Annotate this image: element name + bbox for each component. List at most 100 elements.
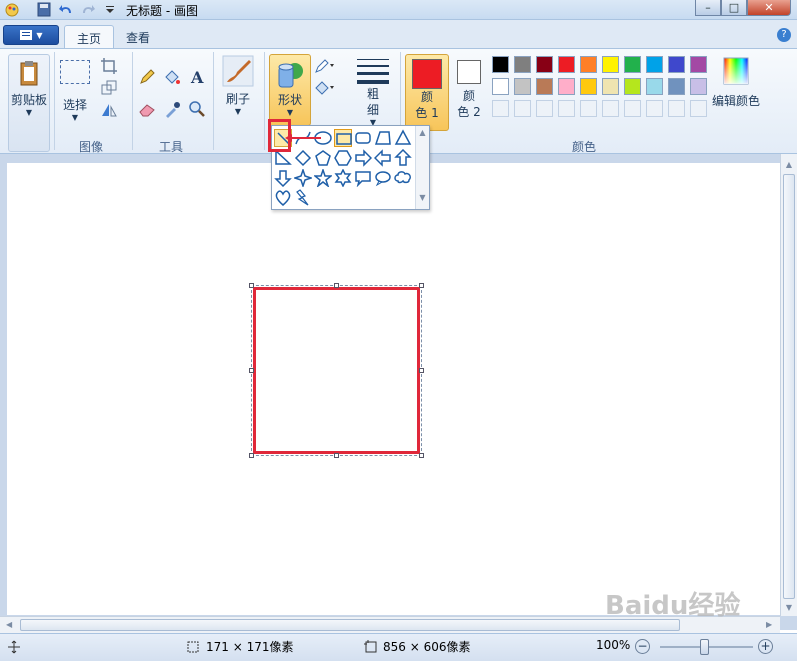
clipboard-icon bbox=[20, 61, 38, 86]
magnifier-icon[interactable] bbox=[188, 100, 206, 118]
crop-icon[interactable] bbox=[100, 57, 118, 75]
shape-cloud-callout[interactable] bbox=[394, 169, 412, 187]
color1-button[interactable]: 颜 色 1 bbox=[405, 54, 449, 131]
shape-triangle[interactable] bbox=[394, 129, 412, 147]
shape-four-point-star[interactable] bbox=[292, 167, 314, 189]
palette-swatch[interactable] bbox=[514, 78, 531, 95]
palette-empty-slot[interactable] bbox=[558, 100, 575, 117]
palette-swatch[interactable] bbox=[492, 56, 509, 73]
shape-diamond[interactable] bbox=[294, 149, 312, 167]
shape-up-arrow[interactable] bbox=[394, 148, 412, 167]
palette-empty-slot[interactable] bbox=[536, 100, 553, 117]
palette-swatch[interactable] bbox=[624, 78, 641, 95]
fill-icon[interactable] bbox=[314, 79, 334, 97]
palette-swatch[interactable] bbox=[558, 56, 575, 73]
palette-empty-slot[interactable] bbox=[690, 100, 707, 117]
zoom-out-button[interactable]: − bbox=[635, 639, 650, 654]
palette-empty-slot[interactable] bbox=[492, 100, 509, 117]
tab-home[interactable]: 主页 bbox=[64, 25, 115, 48]
size-button[interactable]: 粗 细 ▼ bbox=[356, 56, 390, 127]
palette-swatch[interactable] bbox=[602, 78, 619, 95]
shape-hexagon[interactable] bbox=[334, 149, 352, 167]
fill-bucket-icon[interactable] bbox=[163, 68, 181, 86]
paint-app-icon[interactable] bbox=[4, 2, 20, 17]
resize-icon[interactable] bbox=[100, 79, 118, 97]
file-menu-button[interactable]: ▼ bbox=[3, 25, 59, 45]
palette-swatch[interactable] bbox=[646, 56, 663, 73]
edit-colors-label: 编辑颜色 bbox=[712, 94, 761, 108]
shape-lightning[interactable] bbox=[294, 189, 312, 207]
outline-icon[interactable] bbox=[314, 57, 334, 75]
resize-handle[interactable] bbox=[249, 453, 254, 458]
shape-down-arrow[interactable] bbox=[274, 169, 292, 188]
horizontal-scroll-thumb[interactable] bbox=[20, 619, 680, 631]
palette-swatch[interactable] bbox=[690, 56, 707, 73]
palette-swatch[interactable] bbox=[690, 78, 707, 95]
resize-handle[interactable] bbox=[419, 283, 424, 288]
palette-swatch[interactable] bbox=[514, 56, 531, 73]
palette-swatch[interactable] bbox=[668, 78, 685, 95]
help-icon[interactable]: ? bbox=[777, 28, 791, 42]
pencil-icon[interactable] bbox=[138, 68, 156, 86]
rotate-icon[interactable] bbox=[100, 101, 118, 119]
palette-empty-slot[interactable] bbox=[624, 100, 641, 117]
palette-swatch[interactable] bbox=[602, 56, 619, 73]
resize-handle[interactable] bbox=[249, 368, 254, 373]
color-picker-icon[interactable] bbox=[163, 100, 181, 118]
vertical-scrollbar[interactable]: ▲ ▼ bbox=[780, 154, 797, 616]
close-button[interactable]: ✕ bbox=[747, 0, 791, 16]
palette-empty-slot[interactable] bbox=[602, 100, 619, 117]
palette-swatch[interactable] bbox=[558, 78, 575, 95]
eraser-icon[interactable] bbox=[138, 100, 156, 118]
shape-pentagon[interactable] bbox=[314, 149, 332, 167]
shapes-panel-scrollbar[interactable]: ▲ ▼ bbox=[415, 126, 429, 209]
clipboard-button[interactable]: 剪贴板 ▼ bbox=[8, 54, 50, 152]
resize-handle[interactable] bbox=[334, 453, 339, 458]
zoom-slider-thumb[interactable] bbox=[700, 639, 709, 655]
palette-empty-slot[interactable] bbox=[668, 100, 685, 117]
shape-five-point-star[interactable] bbox=[312, 167, 334, 189]
size-label: 粗 细 bbox=[366, 87, 379, 117]
text-tool-icon[interactable]: A bbox=[188, 68, 206, 87]
palette-empty-slot[interactable] bbox=[646, 100, 663, 117]
resize-handle[interactable] bbox=[419, 368, 424, 373]
resize-handle[interactable] bbox=[334, 283, 339, 288]
shape-rounded-rectangle[interactable] bbox=[354, 129, 372, 147]
redo-icon[interactable] bbox=[80, 2, 96, 17]
palette-swatch[interactable] bbox=[492, 78, 509, 95]
select-button[interactable]: 选择 ▼ bbox=[58, 56, 92, 122]
shape-right-arrow[interactable] bbox=[354, 149, 373, 167]
svg-text:A: A bbox=[190, 68, 204, 86]
color2-label: 颜 色 2 bbox=[457, 89, 481, 119]
palette-swatch[interactable] bbox=[624, 56, 641, 73]
undo-icon[interactable] bbox=[58, 2, 74, 17]
edit-colors-button[interactable]: 编辑颜色 bbox=[712, 56, 760, 109]
palette-swatch[interactable] bbox=[536, 78, 553, 95]
palette-swatch[interactable] bbox=[536, 56, 553, 73]
resize-handle[interactable] bbox=[249, 283, 254, 288]
shape-heart[interactable] bbox=[274, 189, 292, 207]
palette-swatch[interactable] bbox=[580, 56, 597, 73]
shape-six-point-star[interactable] bbox=[334, 168, 352, 188]
maximize-button[interactable]: □ bbox=[721, 0, 747, 16]
shape-left-arrow[interactable] bbox=[373, 149, 392, 167]
save-icon[interactable] bbox=[36, 2, 52, 17]
quick-access-dropdown-icon[interactable] bbox=[102, 2, 118, 17]
shape-oval-callout[interactable] bbox=[374, 169, 392, 187]
color2-button[interactable]: 颜 色 2 bbox=[452, 54, 486, 120]
resize-handle[interactable] bbox=[419, 453, 424, 458]
shape-rounded-callout[interactable] bbox=[354, 169, 372, 188]
palette-swatch[interactable] bbox=[580, 78, 597, 95]
palette-empty-slot[interactable] bbox=[514, 100, 531, 117]
palette-swatch[interactable] bbox=[646, 78, 663, 95]
vertical-scroll-thumb[interactable] bbox=[783, 174, 795, 599]
palette-swatch[interactable] bbox=[668, 56, 685, 73]
shape-polygon[interactable] bbox=[374, 129, 392, 147]
zoom-in-button[interactable]: + bbox=[758, 639, 773, 654]
shapes-button[interactable]: 形状 ▼ bbox=[269, 54, 311, 126]
shape-rectangle[interactable] bbox=[334, 129, 352, 147]
palette-empty-slot[interactable] bbox=[580, 100, 597, 117]
tab-view[interactable]: 查看 bbox=[114, 25, 162, 48]
brushes-button[interactable]: 刷子 ▼ bbox=[218, 54, 258, 116]
minimize-button[interactable]: – bbox=[695, 0, 721, 16]
